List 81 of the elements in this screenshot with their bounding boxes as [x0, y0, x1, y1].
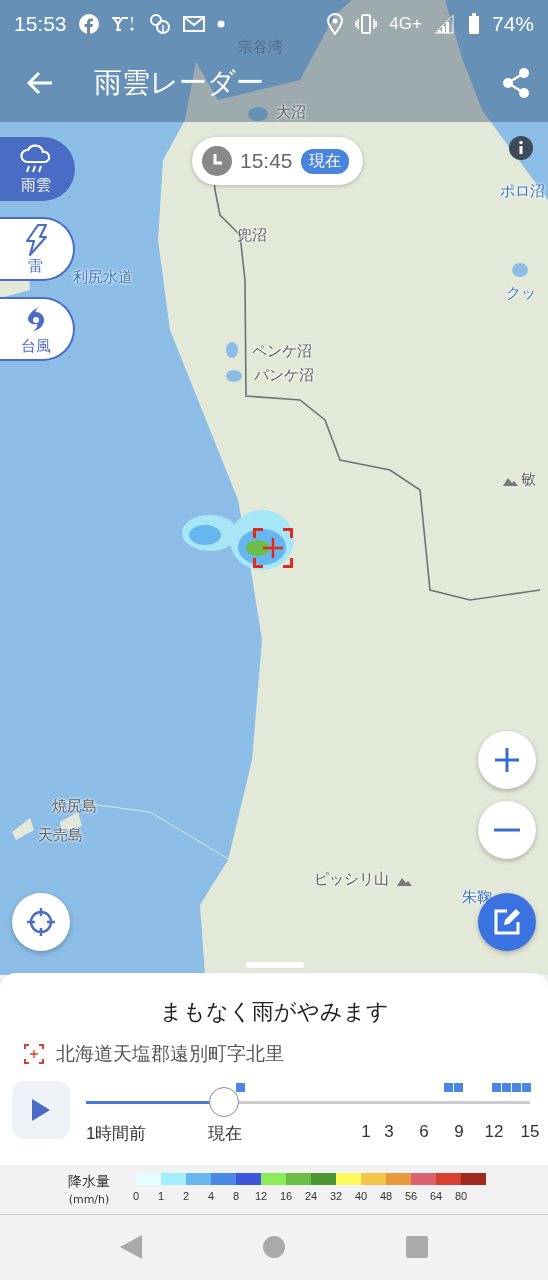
recents-nav-icon[interactable] — [405, 1236, 428, 1258]
screen-title: 雨雲レーダー — [94, 65, 265, 101]
layer-tab[interactable]: 台風 — [0, 297, 75, 361]
back-arrow-icon[interactable] — [26, 71, 54, 95]
legend-label: 48 — [378, 1190, 394, 1202]
forecast-message: まもなく雨がやみます — [158, 998, 390, 1026]
location-text: 北海道天塩郡遠別町字北里 — [56, 1041, 284, 1066]
battery-percent: 74% — [491, 12, 534, 36]
map-label: 兜沼 — [237, 226, 267, 245]
vibrate-icon — [355, 14, 378, 34]
layer-tab[interactable]: 雨雲 — [0, 137, 75, 201]
map-label: クッ — [506, 284, 536, 303]
now-badge: 現在 — [300, 148, 349, 174]
map-label: 天売島 — [38, 826, 83, 845]
legend-label: 0 — [131, 1190, 141, 1202]
legend-label: 80 — [453, 1190, 469, 1202]
map-label: 利尻水道 — [73, 268, 133, 287]
minus-icon — [494, 828, 520, 832]
legend-unit: (mm/h) — [68, 1193, 110, 1206]
mountain-icon — [397, 878, 412, 886]
signal-icon — [433, 14, 456, 34]
timeline-label: 3 — [384, 1122, 394, 1142]
legend-title: 降水量 — [68, 1173, 110, 1191]
map-label: ピッシリ山 — [314, 870, 389, 889]
info-icon[interactable] — [509, 136, 533, 160]
map-label: 敏 — [521, 470, 536, 489]
legend-label: 1 — [156, 1190, 166, 1202]
map-label: パンケ沼 — [254, 366, 314, 385]
map-label: ポロ沼 — [500, 182, 545, 201]
rain-mark — [236, 1083, 245, 1092]
play-button[interactable] — [12, 1081, 70, 1139]
share-icon[interactable] — [502, 67, 530, 99]
legend-label: 16 — [278, 1190, 294, 1202]
edit-icon — [493, 908, 521, 936]
slider-thumb[interactable] — [208, 1087, 239, 1117]
layer-tab[interactable]: 雷 — [0, 217, 75, 281]
facebook-icon — [78, 14, 99, 34]
legend-label: 12 — [253, 1190, 269, 1202]
map-label: 大沼 — [276, 103, 306, 122]
battery-icon — [467, 13, 480, 35]
timeline-label: 1時間前 — [86, 1123, 147, 1145]
legend-label: 64 — [428, 1190, 444, 1202]
drag-handle[interactable] — [246, 962, 304, 968]
plus-icon — [494, 747, 520, 773]
timeline-label: 12 — [484, 1122, 504, 1142]
status-time: 15:53 — [14, 12, 67, 36]
lake — [248, 107, 268, 121]
timeline-label: 6 — [419, 1122, 429, 1142]
legend-label: 2 — [181, 1190, 191, 1202]
mail-icon — [182, 16, 205, 32]
map-label: ペンケ沼 — [252, 342, 312, 361]
location-pin-icon — [327, 13, 344, 35]
timeline-label: 15 — [520, 1122, 540, 1142]
clock-icon — [202, 146, 232, 176]
legend-label: 56 — [403, 1190, 419, 1202]
lake — [512, 263, 528, 277]
weather-icon — [148, 13, 171, 35]
lake — [226, 342, 238, 358]
back-nav-icon[interactable] — [120, 1235, 143, 1259]
dot-icon — [216, 20, 225, 28]
timeline-label: 現在 — [208, 1123, 242, 1145]
map-label: 焼尻島 — [52, 797, 97, 816]
legend-label: 40 — [353, 1190, 369, 1202]
timeline-label: 1 — [361, 1122, 371, 1142]
radar-time: 15:45 — [240, 149, 293, 173]
legend-label: 32 — [328, 1190, 344, 1202]
home-nav-icon[interactable] — [263, 1236, 285, 1258]
legend-label: 4 — [206, 1190, 216, 1202]
location-marker-icon — [253, 528, 293, 568]
mountain-icon — [503, 478, 518, 486]
timeline-label: 9 — [454, 1122, 464, 1142]
lightning-icon — [23, 222, 48, 257]
legend-label: 24 — [303, 1190, 319, 1202]
location-marker-icon — [24, 1044, 44, 1064]
play-icon — [32, 1099, 50, 1121]
crosshair-icon — [27, 908, 55, 936]
lake — [226, 370, 242, 382]
legend-label: 8 — [231, 1190, 241, 1202]
network-type: 4G+ — [389, 14, 422, 34]
time-pill[interactable]: 15:45 現在 — [192, 137, 363, 185]
island — [12, 818, 34, 840]
